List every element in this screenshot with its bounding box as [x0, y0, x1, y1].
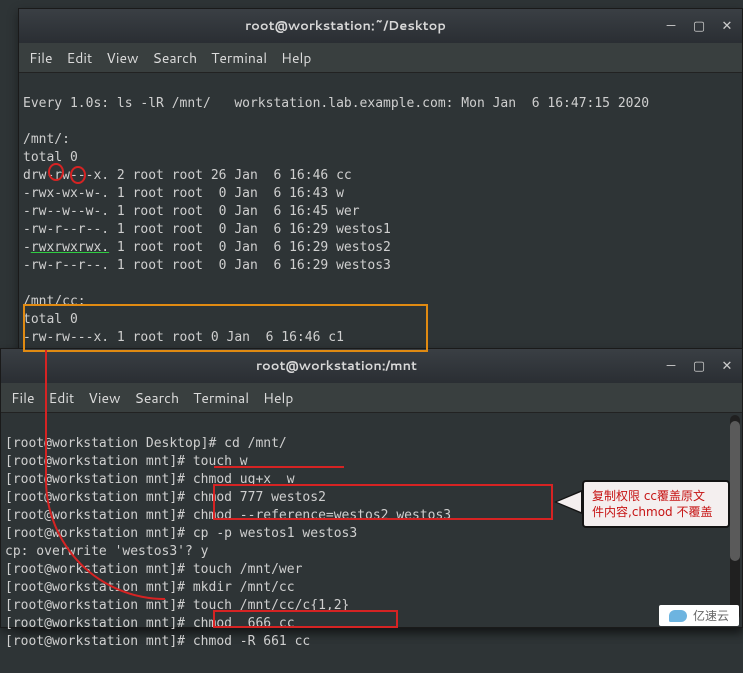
cmd-line: cp: overwrite 'westos3'? y [5, 544, 209, 559]
terminal-output-top[interactable]: Every 1.0s: ls -lR /mnt/ workstation.lab… [19, 73, 742, 387]
ls-row-cc: drw-rw---x. 2 root root 26 Jan 6 16:46 c… [23, 168, 352, 183]
cmd-line: [root@workstation mnt]# touch w [5, 454, 248, 469]
ls-row-westos1: -rw-r--r--. 1 root root 0 Jan 6 16:29 we… [23, 222, 391, 237]
cmd-line: [root@workstation mnt]# touch /mnt/wer [5, 562, 302, 577]
menu-file[interactable]: File [11, 388, 35, 408]
watermark-text: 亿速云 [693, 607, 729, 624]
ls-row-w: -rwx-wx-w-. 1 root root 0 Jan 6 16:43 w [23, 186, 344, 201]
window-controls: — ▢ ✕ [664, 19, 734, 33]
watch-header: Every 1.0s: ls -lR /mnt/ workstation.lab… [23, 96, 649, 111]
ls-row-westos3: -rw-r--r--. 1 root root 0 Jan 6 16:29 we… [23, 258, 391, 273]
window-controls: — ▢ ✕ [664, 359, 734, 373]
menu-view[interactable]: View [106, 48, 138, 68]
titlebar-bottom[interactable]: root@workstation:/mnt — ▢ ✕ [1, 349, 742, 383]
menu-help[interactable]: Help [263, 388, 293, 408]
menu-search[interactable]: Search [135, 388, 180, 408]
menu-search[interactable]: Search [153, 48, 198, 68]
ls-total: total 0 [23, 150, 78, 165]
close-icon[interactable]: ✕ [720, 359, 734, 373]
menu-view[interactable]: View [88, 388, 120, 408]
menu-help[interactable]: Help [281, 48, 311, 68]
ls-row-c1: -rw-rw---x. 1 root root 0 Jan 6 16:46 c1 [23, 330, 344, 345]
scrollbar[interactable] [730, 415, 740, 620]
cmd-line: [root@workstation Desktop]# cd /mnt/ [5, 436, 287, 451]
cmd-line: [root@workstation mnt]# mkdir /mnt/cc [5, 580, 295, 595]
cmd-line: [root@workstation mnt]# chmod ug+x w [5, 472, 295, 487]
menu-edit[interactable]: Edit [49, 388, 75, 408]
cmd-line: [root@workstation mnt]# chmod -R 661 cc [5, 634, 310, 649]
menubar-top: File Edit View Search Terminal Help [19, 43, 742, 73]
minimize-icon[interactable]: — [664, 359, 678, 373]
minimize-icon[interactable]: — [664, 19, 678, 33]
menu-file[interactable]: File [29, 48, 53, 68]
menu-edit[interactable]: Edit [67, 48, 93, 68]
terminal-output-bottom[interactable]: [root@workstation Desktop]# cd /mnt/ [ro… [1, 413, 742, 673]
maximize-icon[interactable]: ▢ [692, 19, 706, 33]
titlebar-top[interactable]: root@workstation:~/Desktop — ▢ ✕ [19, 9, 742, 43]
cmd-line: [root@workstation mnt]# touch /mnt/cc/c{… [5, 598, 349, 613]
close-icon[interactable]: ✕ [720, 19, 734, 33]
cmd-line: [root@workstation mnt]# chmod --referenc… [5, 508, 451, 523]
watermark: 亿速云 [659, 605, 739, 626]
window-title: root@workstation:~/Desktop [27, 17, 664, 35]
ls-dir-cc: /mnt/cc: [23, 294, 86, 309]
cmd-line: [root@workstation mnt]# chmod 666 cc [5, 616, 295, 631]
ls-total-cc: total 0 [23, 312, 78, 327]
window-title: root@workstation:/mnt [9, 357, 664, 375]
scrollbar-thumb[interactable] [730, 421, 740, 561]
menu-terminal[interactable]: Terminal [193, 388, 249, 408]
menubar-bottom: File Edit View Search Terminal Help [1, 383, 742, 413]
menu-terminal[interactable]: Terminal [211, 48, 267, 68]
maximize-icon[interactable]: ▢ [692, 359, 706, 373]
cloud-icon [669, 610, 687, 622]
cmd-line: [root@workstation mnt]# chmod 777 westos… [5, 490, 326, 505]
terminal-window-bottom: root@workstation:/mnt — ▢ ✕ File Edit Vi… [0, 348, 743, 628]
cmd-line: [root@workstation mnt]# cp -p westos1 we… [5, 526, 357, 541]
ls-row-westos2: -rwxrwxrwx. 1 root root 0 Jan 6 16:29 we… [23, 240, 391, 255]
ls-row-wer: -rw--w--w-. 1 root root 0 Jan 6 16:45 we… [23, 204, 360, 219]
ls-dir: /mnt/: [23, 132, 70, 147]
